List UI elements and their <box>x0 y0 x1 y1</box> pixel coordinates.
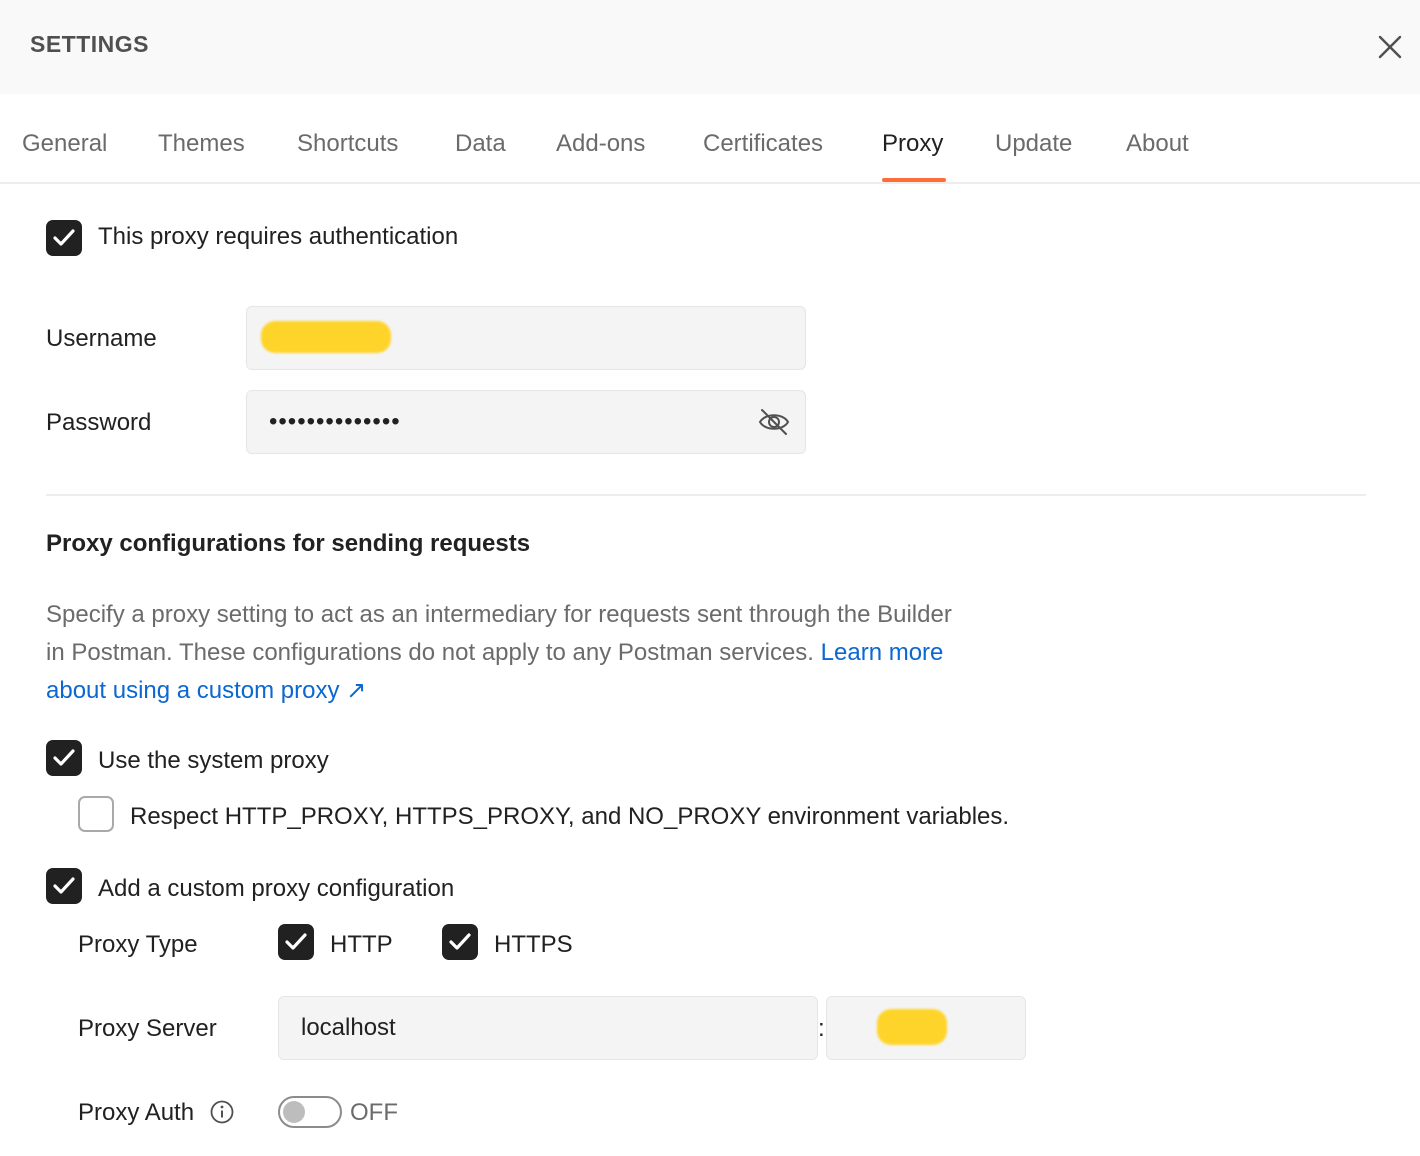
description-text: Specify a proxy setting to act as an int… <box>46 601 952 666</box>
custom-proxy-checkbox[interactable] <box>46 868 82 904</box>
proxy-server-label: Proxy Server <box>78 1015 217 1042</box>
http-label: HTTP <box>330 931 393 958</box>
https-label: HTTPS <box>494 931 573 958</box>
proxy-type-label: Proxy Type <box>78 931 198 958</box>
tab-general[interactable]: General <box>22 130 107 158</box>
tab-add-ons[interactable]: Add-ons <box>556 130 645 158</box>
settings-title: SETTINGS <box>30 31 150 57</box>
requires-auth-checkbox[interactable] <box>46 220 82 256</box>
password-label: Password <box>46 409 152 436</box>
tab-data[interactable]: Data <box>455 130 506 158</box>
tab-about[interactable]: About <box>1126 130 1189 158</box>
proxy-auth-label: Proxy Auth <box>78 1099 195 1126</box>
proxy-config-description: Specify a proxy setting to act as an int… <box>46 596 966 710</box>
redacted-username <box>261 321 391 353</box>
info-icon[interactable] <box>210 1100 234 1124</box>
tab-update[interactable]: Update <box>995 130 1072 158</box>
tab-themes[interactable]: Themes <box>158 130 245 158</box>
checkmark-icon <box>285 933 307 950</box>
env-vars-checkbox[interactable] <box>78 796 114 832</box>
requires-auth-label: This proxy requires authentication <box>98 223 459 250</box>
redacted-port <box>877 1009 947 1045</box>
system-proxy-checkbox[interactable] <box>46 740 82 776</box>
tab-certificates[interactable]: Certificates <box>703 130 823 158</box>
section-divider <box>46 494 1366 496</box>
password-value: •••••••••••••• <box>269 408 401 435</box>
port-separator: : <box>818 1015 825 1042</box>
checkmark-icon <box>53 877 75 894</box>
tab-proxy[interactable]: Proxy <box>882 130 943 158</box>
active-tab-indicator <box>882 178 946 182</box>
eye-off-icon[interactable] <box>757 407 791 437</box>
proxy-server-value: localhost <box>301 1014 396 1041</box>
password-input[interactable]: •••••••••••••• <box>246 390 806 454</box>
checkmark-icon <box>53 749 75 766</box>
checkmark-icon <box>449 933 471 950</box>
proxy-auth-state: OFF <box>350 1099 398 1126</box>
username-input[interactable] <box>246 306 806 370</box>
settings-tabs: General Themes Shortcuts Data Add-ons Ce… <box>0 94 1420 184</box>
proxy-port-input[interactable] <box>826 996 1026 1060</box>
proxy-config-title: Proxy configurations for sending request… <box>46 530 531 557</box>
env-vars-label: Respect HTTP_PROXY, HTTPS_PROXY, and NO_… <box>130 803 1010 830</box>
username-label: Username <box>46 325 157 352</box>
checkmark-icon <box>53 229 75 246</box>
proxy-server-input[interactable]: localhost <box>278 996 818 1060</box>
proxy-auth-toggle[interactable] <box>278 1096 342 1128</box>
system-proxy-label: Use the system proxy <box>98 747 329 774</box>
close-icon[interactable] <box>1372 29 1408 65</box>
https-checkbox[interactable] <box>442 924 478 960</box>
custom-proxy-label: Add a custom proxy configuration <box>98 875 455 902</box>
toggle-knob <box>283 1101 305 1123</box>
tab-shortcuts[interactable]: Shortcuts <box>297 130 398 158</box>
settings-header: SETTINGS <box>0 0 1420 94</box>
http-checkbox[interactable] <box>278 924 314 960</box>
